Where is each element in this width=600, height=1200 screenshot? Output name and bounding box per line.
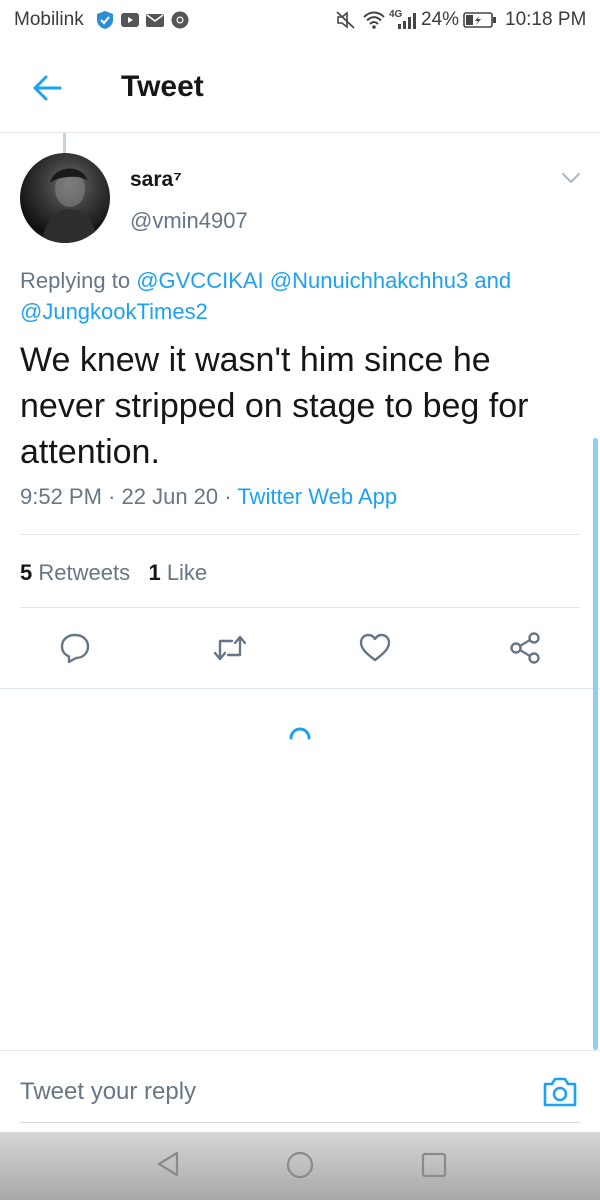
app-header: [0, 40, 600, 133]
back-arrow-icon[interactable]: [32, 74, 62, 102]
reply-icon: [60, 633, 90, 664]
mention-link[interactable]: @JungkookTimes2: [20, 299, 208, 324]
mention-link[interactable]: @Nunuichhakchhu3: [270, 268, 468, 293]
likes-count: 1: [148, 560, 161, 585]
signal-icon: [398, 13, 416, 29]
clock: 10:18 PM: [505, 9, 587, 30]
wifi-icon: [363, 11, 385, 29]
divider: [0, 688, 600, 689]
retweets-label: Retweets: [38, 560, 131, 585]
mail-icon: [146, 14, 164, 27]
divider: [20, 607, 580, 608]
engagement-counts: 5 Retweets 1 Like: [20, 560, 207, 586]
retweets-stat[interactable]: 5 Retweets: [20, 560, 130, 585]
meta-separator: ·: [108, 484, 116, 509]
status-bar: Mobilink 4G 24% 10:18 PM: [0, 0, 600, 40]
author-name[interactable]: sara⁷: [130, 168, 182, 192]
nav-back-icon[interactable]: [155, 1150, 181, 1178]
nav-home-icon[interactable]: [285, 1150, 315, 1180]
reply-input[interactable]: [20, 1070, 520, 1114]
nav-recents-icon[interactable]: [420, 1151, 448, 1179]
loading-spinner-icon: [289, 727, 311, 740]
like-icon: [359, 633, 391, 662]
tweet-time: 9:52 PM: [20, 484, 102, 509]
share-icon: [510, 632, 540, 664]
tweet-date: 22 Jun 20: [121, 484, 219, 509]
like-button[interactable]: [353, 626, 397, 670]
chevron-down-icon[interactable]: [560, 170, 582, 186]
mention-joiner: and: [474, 268, 512, 293]
shield-icon: [97, 11, 113, 29]
author-handle[interactable]: @vmin4907: [130, 208, 248, 234]
mention-link[interactable]: @GVCCIKAI: [136, 268, 263, 293]
divider: [20, 534, 580, 535]
scrollbar[interactable]: [593, 438, 598, 1050]
share-button[interactable]: [503, 626, 547, 670]
avatar-photo: [42, 168, 98, 243]
meta-separator: ·: [224, 484, 232, 509]
tweet-meta: 9:52 PM · 22 Jun 20 · Twitter Web App: [20, 484, 397, 510]
system-nav-bar: [0, 1132, 600, 1200]
retweet-button[interactable]: [208, 626, 252, 670]
chrome-icon: [171, 11, 189, 29]
reply-button[interactable]: [53, 626, 97, 670]
battery-percent: 24%: [421, 9, 460, 30]
retweets-count: 5: [20, 560, 33, 585]
mute-icon: [336, 11, 355, 29]
composer-underline: [20, 1122, 580, 1123]
likes-label: Like: [166, 560, 208, 585]
retweet-icon: [213, 635, 247, 661]
avatar[interactable]: [20, 153, 110, 243]
carrier-label: Mobilink: [14, 9, 84, 30]
replying-prefix: Replying to: [20, 268, 137, 293]
tweet-text: We knew it wasn't him since he never str…: [20, 341, 529, 471]
replying-to: Replying to @GVCCIKAI @Nunuichhakchhu3 a…: [20, 265, 585, 327]
page-title: Tweet: [121, 70, 204, 103]
battery-icon: [463, 12, 496, 28]
tweet-source[interactable]: Twitter Web App: [237, 484, 397, 509]
youtube-icon: [121, 13, 139, 27]
composer-divider: [0, 1050, 600, 1051]
camera-icon[interactable]: [541, 1075, 579, 1109]
thread-connector: [63, 133, 66, 153]
likes-stat[interactable]: 1 Like: [148, 560, 207, 585]
